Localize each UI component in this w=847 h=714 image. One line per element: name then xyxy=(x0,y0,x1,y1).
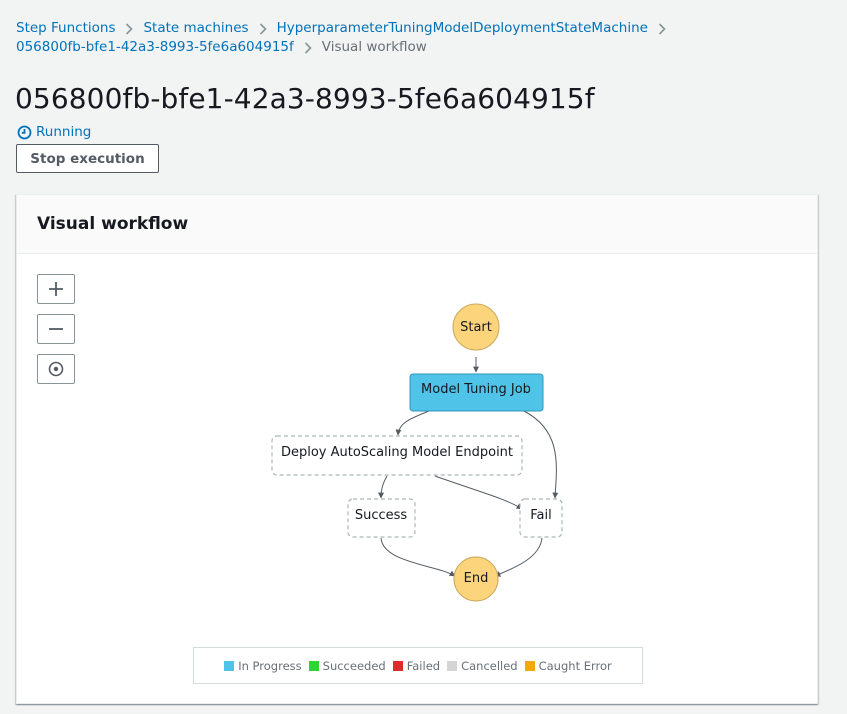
legend-swatch xyxy=(224,660,235,671)
chevron-right-icon xyxy=(658,19,666,38)
node-start-label: Start xyxy=(460,320,492,335)
status-indicator: Running xyxy=(17,124,91,140)
legend-swatch xyxy=(392,660,403,671)
breadcrumb-current: Visual workflow xyxy=(321,39,427,55)
legend-succeeded: Succeeded xyxy=(308,659,386,673)
breadcrumb-state-machine[interactable]: HyperparameterTuningModelDeploymentState… xyxy=(277,19,648,38)
breadcrumb-state-machines[interactable]: State machines xyxy=(143,19,248,38)
breadcrumb-step-functions[interactable]: Step Functions xyxy=(16,19,115,38)
edge-tuning-fail xyxy=(523,410,559,499)
node-success[interactable]: Success xyxy=(347,498,416,538)
node-end-label: End xyxy=(464,571,489,586)
status-text: Running xyxy=(36,124,92,140)
legend-swatch xyxy=(308,660,319,671)
node-success-label: Success xyxy=(355,508,408,523)
legend-swatch xyxy=(524,660,535,671)
legend-caught-error: Caught Error xyxy=(524,659,612,673)
status-legend: In Progress Succeeded Failed Cancelled C… xyxy=(193,647,643,684)
clock-icon xyxy=(17,125,32,140)
page-title: 056800fb-bfe1-42a3-8993-5fe6a604915f xyxy=(15,82,595,115)
legend-swatch xyxy=(447,660,458,671)
node-start[interactable]: Start xyxy=(452,303,500,351)
node-deploy-label: Deploy AutoScaling Model Endpoint xyxy=(281,445,513,460)
node-fail[interactable]: Fail xyxy=(519,498,563,538)
edge-deploy-success xyxy=(378,475,388,499)
chevron-right-icon xyxy=(125,19,134,38)
node-fail-label: Fail xyxy=(530,508,551,523)
chevron-right-icon xyxy=(259,19,267,38)
stop-execution-button[interactable]: Stop execution xyxy=(16,144,159,173)
edge-tuning-deploy xyxy=(395,410,430,436)
visual-workflow-panel: Visual workflow Start Model Tuning Job D… xyxy=(16,194,818,704)
workflow-graph: Start Model Tuning Job Deploy AutoScalin… xyxy=(271,303,563,602)
edge-success-end xyxy=(380,537,456,577)
legend-cancelled: Cancelled xyxy=(447,659,518,673)
legend-failed: Failed xyxy=(392,659,440,673)
edge-fail-end xyxy=(494,537,543,577)
node-model-tuning-job-label: Model Tuning Job xyxy=(421,382,531,397)
node-model-tuning-job[interactable]: Model Tuning Job xyxy=(409,373,544,412)
breadcrumb-execution[interactable]: 056800fb-bfe1-42a3-8993-5fe6a604915f xyxy=(16,38,294,57)
node-end[interactable]: End xyxy=(453,556,499,602)
node-deploy-autoscaling-endpoint[interactable]: Deploy AutoScaling Model Endpoint xyxy=(271,435,523,476)
chevron-right-icon xyxy=(304,38,312,57)
edge-deploy-fail xyxy=(434,475,523,510)
breadcrumb: Step Functions State machines Hyperparam… xyxy=(16,19,836,57)
legend-in-progress: In Progress xyxy=(224,659,302,673)
